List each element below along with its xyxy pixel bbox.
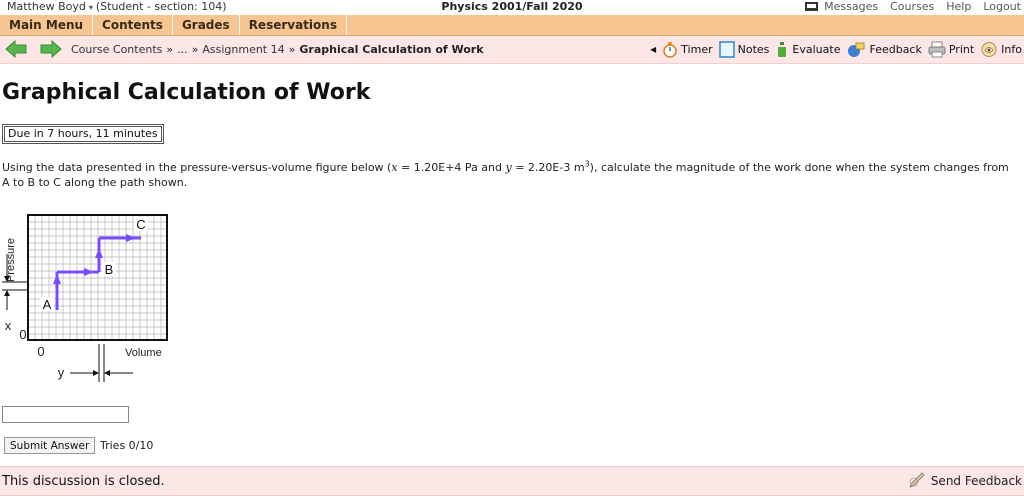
- process-path: [53, 234, 141, 310]
- crumb-ellipsis[interactable]: ...: [177, 43, 188, 56]
- question-part: Using the data presented in the pressure…: [2, 161, 392, 174]
- forward-arrow-icon[interactable]: [40, 40, 62, 58]
- question-part: = 2.20E-3 m: [511, 161, 585, 174]
- evaluate-button[interactable]: Evaluate: [775, 40, 840, 58]
- notes-label: Notes: [737, 42, 770, 56]
- user-name[interactable]: Matthew Boyd: [7, 0, 86, 13]
- info-button[interactable]: Info: [980, 40, 1022, 58]
- user-section: (Student - section: 104): [95, 0, 227, 13]
- send-feedback-label: Send Feedback: [930, 473, 1022, 488]
- help-link[interactable]: Help: [946, 0, 971, 13]
- crumb-assignment[interactable]: Assignment 14: [202, 43, 284, 56]
- point-a-label: A: [43, 297, 52, 312]
- point-c-label: C: [136, 217, 145, 232]
- y-arrowhead-left: [104, 370, 110, 376]
- question-text: Using the data presented in the pressure…: [2, 160, 1017, 190]
- crumb-separator: »: [166, 43, 174, 56]
- user-menu[interactable]: Matthew Boyd ▾ (Student - section: 104): [7, 0, 227, 14]
- menu-grades[interactable]: Grades: [173, 15, 240, 35]
- evaluate-icon: [778, 41, 787, 57]
- messages-icon: [805, 2, 819, 11]
- pressure-zero-label: 0: [19, 327, 26, 342]
- evaluate-label: Evaluate: [792, 42, 841, 56]
- chevron-down-icon[interactable]: ▾: [89, 3, 93, 12]
- toolbar: ◂ Timer Notes Evaluate Feedback Print In…: [650, 40, 1022, 58]
- print-button[interactable]: Print: [928, 40, 974, 58]
- notes-button[interactable]: Notes: [718, 40, 770, 58]
- volume-axis-label: Volume: [125, 347, 162, 359]
- back-arrow-icon[interactable]: [5, 40, 27, 58]
- printer-icon: [928, 41, 946, 57]
- feedback-button[interactable]: Feedback: [846, 40, 922, 58]
- path-arrowhead: [84, 268, 94, 276]
- crumb-separator: »: [288, 43, 296, 56]
- notes-icon: [718, 40, 735, 58]
- timer-button[interactable]: Timer: [662, 40, 713, 58]
- breadcrumb: Course Contents»...» Assignment 14» Graphi…: [71, 43, 484, 56]
- x-dimension-label: x: [5, 318, 12, 333]
- discussion-bar: This discussion is closed. Send Feedback: [0, 466, 1024, 496]
- y-dimension-label: y: [58, 365, 65, 380]
- feedback-label: Feedback: [869, 42, 922, 56]
- crumb-course-contents[interactable]: Course Contents: [71, 43, 162, 56]
- feedback-pencil-icon: [909, 472, 925, 488]
- info-label: Info: [1001, 42, 1022, 56]
- print-label: Print: [948, 42, 975, 56]
- courses-link[interactable]: Courses: [890, 0, 934, 13]
- y-arrowhead-right: [93, 370, 99, 376]
- figure-grid: [28, 215, 167, 340]
- point-b-label: B: [105, 262, 114, 277]
- tries-counter: Tries 0/10: [100, 439, 154, 452]
- due-text: Due in 7 hours, 11 minutes: [4, 126, 162, 142]
- feedback-icon: [848, 42, 865, 57]
- crumb-current: Graphical Calculation of Work: [299, 43, 484, 56]
- submit-answer-button[interactable]: Submit Answer: [4, 437, 96, 454]
- volume-zero-label: 0: [37, 344, 44, 359]
- timer-label: Timer: [681, 42, 713, 56]
- x-arrowhead-up: [4, 290, 10, 296]
- menu-main-menu[interactable]: Main Menu: [0, 15, 94, 35]
- question-part: = 1.20E+4 Pa and: [397, 161, 506, 174]
- navigation-bar: Course Contents»...» Assignment 14» Graphi…: [0, 36, 1024, 64]
- due-badge: Due in 7 hours, 11 minutes: [2, 124, 164, 144]
- info-icon: [981, 41, 997, 57]
- logout-link[interactable]: Logout: [983, 0, 1021, 13]
- send-feedback-link[interactable]: Send Feedback: [908, 472, 1022, 489]
- messages-link[interactable]: Messages: [805, 0, 878, 13]
- path-arrowhead: [53, 274, 61, 284]
- path-arrowhead: [95, 248, 103, 258]
- discussion-closed-text: This discussion is closed.: [2, 474, 165, 489]
- top-links: Messages Courses Help Logout: [805, 0, 1021, 13]
- pressure-volume-figure: Pressure x 0 0 Volume y A B C: [2, 214, 168, 382]
- stopwatch-icon: [663, 41, 677, 58]
- menu-reservations[interactable]: Reservations: [240, 15, 347, 35]
- prev-marker-icon[interactable]: ◂: [650, 42, 656, 56]
- menu-contents[interactable]: Contents: [93, 15, 173, 35]
- page-title: Graphical Calculation of Work: [2, 80, 371, 105]
- path-arrowhead: [126, 234, 136, 242]
- messages-label: Messages: [824, 0, 879, 13]
- main-menubar: Main Menu Contents Grades Reservations: [0, 15, 1024, 36]
- crumb-separator: »: [191, 43, 199, 56]
- answer-input[interactable]: [2, 406, 129, 423]
- top-bar: Matthew Boyd ▾ (Student - section: 104) Ph…: [0, 0, 1024, 14]
